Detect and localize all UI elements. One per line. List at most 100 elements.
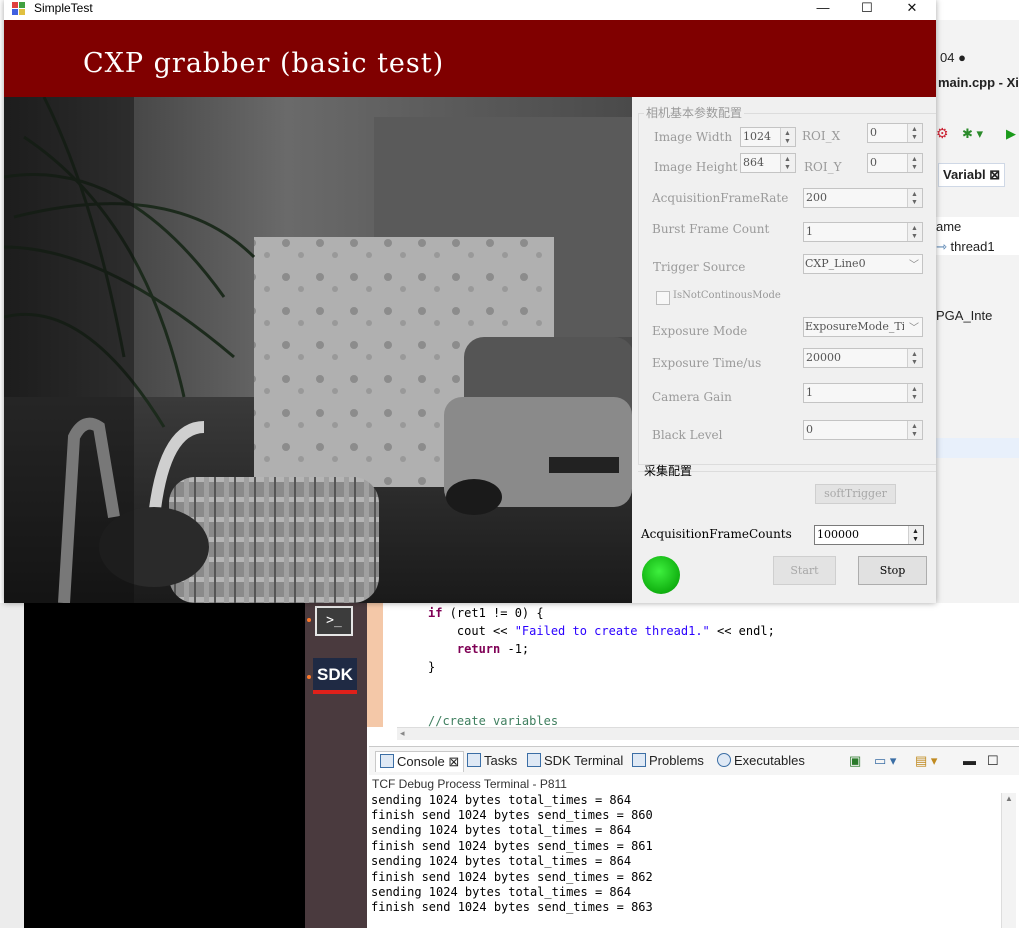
sdk-label: SDK [317,665,353,684]
display-console-icon[interactable]: ▭ ▾ [874,753,896,769]
spin-arrows-icon[interactable]: ▲ ▼ [907,154,922,172]
frame-counts-label: AcquisitionFrameCounts [641,527,792,541]
tab-tasks[interactable]: Tasks [467,753,517,768]
roi-x-label: ROI_X [802,129,841,143]
exposure-mode-select[interactable]: ExposureMode_Timed ﹀ [803,317,923,337]
ide-editor-tab-title[interactable]: main.cpp - Xil [938,75,1019,90]
open-console-icon[interactable]: ▤ ▾ [915,753,937,769]
spin-arrows-icon[interactable]: ▲ ▼ [780,128,795,146]
spin-arrows-icon[interactable]: ▲ ▼ [907,124,922,142]
maximize-button[interactable]: ☐ [845,0,889,20]
code-editor[interactable]: if (ret1 != 0) { cout << "Failed to crea… [383,603,1019,728]
burst-frame-count-spinbox[interactable]: 1 ▲ ▼ [803,222,923,242]
pin-console-icon[interactable]: ▣ [849,753,861,769]
code-keyword: if [428,606,443,620]
variable-name: thread1 [950,239,995,254]
spin-arrows-icon[interactable]: ▲ ▼ [907,223,922,241]
tab-fpga[interactable]: PGA_Inte [936,308,992,323]
roi-y-spinbox[interactable]: 0 ▲ ▼ [867,153,923,173]
image-height-spinbox[interactable]: 864 ▲ ▼ [740,153,796,173]
black-level-value: 0 [806,423,813,436]
roi-x-spinbox[interactable]: 0 ▲ ▼ [867,123,923,143]
debug-icon[interactable]: ⚙ [936,125,949,142]
ide-left-panel [24,603,305,928]
trigger-source-select[interactable]: CXP_Line0 ﹀ [803,254,923,274]
console-line: finish send 1024 bytes send_times = 862 [371,870,653,884]
status-indicator-light [642,556,680,594]
scroll-up-icon[interactable]: ▲ [1005,794,1013,803]
not-continuous-label: IsNotContinousMode [673,290,781,301]
ide-badge: 04 ● [940,50,966,65]
frame-counts-spinbox[interactable]: 100000 ▲ ▼ [814,525,924,545]
close-icon[interactable]: ⊠ [448,754,459,769]
spin-arrows-icon[interactable]: ▲ ▼ [780,154,795,172]
roi-y-label: ROI_Y [804,160,842,174]
notification-dot [307,675,311,679]
scroll-left-icon[interactable]: ◂ [400,728,405,739]
window-title: SimpleTest [34,1,93,15]
variables-name-header: ame [936,217,1019,240]
notification-dot [307,618,311,622]
console-icon [380,754,394,768]
camera-gain-spinbox[interactable]: 1 ▲ ▼ [803,383,923,403]
stop-button[interactable]: Stop [858,556,927,585]
code-text: -1; [500,642,530,656]
burst-frame-count-value: 1 [806,225,813,238]
terminal-icon[interactable]: >_ [315,606,353,636]
close-button[interactable]: ✕ [890,0,934,20]
minimize-view-icon[interactable]: ▬ [963,753,976,768]
acq-frame-rate-spinbox[interactable]: 200 ▲ ▼ [803,188,923,208]
console-title: TCF Debug Process Terminal - P811 [369,775,1019,793]
code-line: if (ret1 != 0) { [428,606,544,620]
run-icon[interactable]: ▶ [1006,126,1016,142]
variables-tab-label: Variabl [943,167,986,182]
executables-icon [717,753,731,767]
ide-right-strip: 04 ● main.cpp - Xil ⚙ ✱ ▾ ▶ Variabl ⊠ am… [936,20,1019,603]
tab-problems[interactable]: Problems [632,753,704,768]
console-vertical-scrollbar[interactable]: ▲ [1001,793,1016,928]
close-icon[interactable]: ⊠ [989,167,1000,182]
minimize-button[interactable]: — [801,0,845,20]
black-level-label: Black Level [652,428,723,442]
camera-gain-value: 1 [806,386,813,399]
exposure-mode-label: Exposure Mode [652,324,748,338]
tab-console-label: Console [397,754,445,769]
sdk-icon[interactable]: SDK [313,658,357,694]
terminal-small-icon [527,753,541,767]
tab-variables[interactable]: Variabl ⊠ [938,163,1006,187]
not-continuous-checkbox[interactable] [656,291,670,305]
spin-arrows-icon[interactable]: ▲ ▼ [907,349,922,367]
exposure-time-label: Exposure Time/us [652,356,762,370]
console-line: sending 1024 bytes total_times = 864 [371,793,632,807]
soft-trigger-button[interactable]: softTrigger [815,484,896,504]
title-bar[interactable]: SimpleTest — ☐ ✕ [4,0,936,20]
spin-arrows-icon[interactable]: ▲ ▼ [907,384,922,402]
bug-icon[interactable]: ✱ ▾ [962,126,983,142]
tab-tasks-label: Tasks [484,753,518,768]
tab-executables[interactable]: Executables [717,753,805,768]
tab-executables-label: Executables [734,753,805,768]
frame-counts-value: 100000 [817,528,859,541]
problems-icon [632,753,646,767]
start-button[interactable]: Start [773,556,836,585]
chevron-down-icon: ﹀ [909,319,919,334]
editor-horizontal-scrollbar[interactable]: ◂ [397,727,1019,740]
code-text: } [428,660,436,674]
image-width-spinbox[interactable]: 1024 ▲ ▼ [740,127,796,147]
tab-sdk-terminal[interactable]: SDK Terminal [527,753,623,768]
tab-console[interactable]: Console ⊠ [375,751,465,772]
acq-frame-rate-label: AcquisitionFrameRate [652,191,789,205]
black-level-spinbox[interactable]: 0 ▲ ▼ [803,420,923,440]
spin-arrows-icon[interactable]: ▲ ▼ [907,189,922,207]
exposure-time-spinbox[interactable]: 20000 ▲ ▼ [803,348,923,368]
simpletest-window: SimpleTest — ☐ ✕ CXP grabber (basic test… [4,0,936,603]
variables-thread-item[interactable]: ⇾ thread1 [936,239,1019,255]
console-output[interactable]: sending 1024 bytes total_times = 864 fin… [369,793,1001,928]
console-tab-bar: Console ⊠ Tasks SDK Terminal Problems Ex… [369,746,1019,776]
maximize-view-icon[interactable]: ☐ [987,753,999,769]
app-heading: CXP grabber (basic test) [83,48,445,79]
spin-arrows-icon[interactable]: ▲ ▼ [908,526,923,544]
image-height-value: 864 [743,156,764,169]
chevron-down-icon: ﹀ [909,260,919,271]
spin-arrows-icon[interactable]: ▲ ▼ [907,421,922,439]
